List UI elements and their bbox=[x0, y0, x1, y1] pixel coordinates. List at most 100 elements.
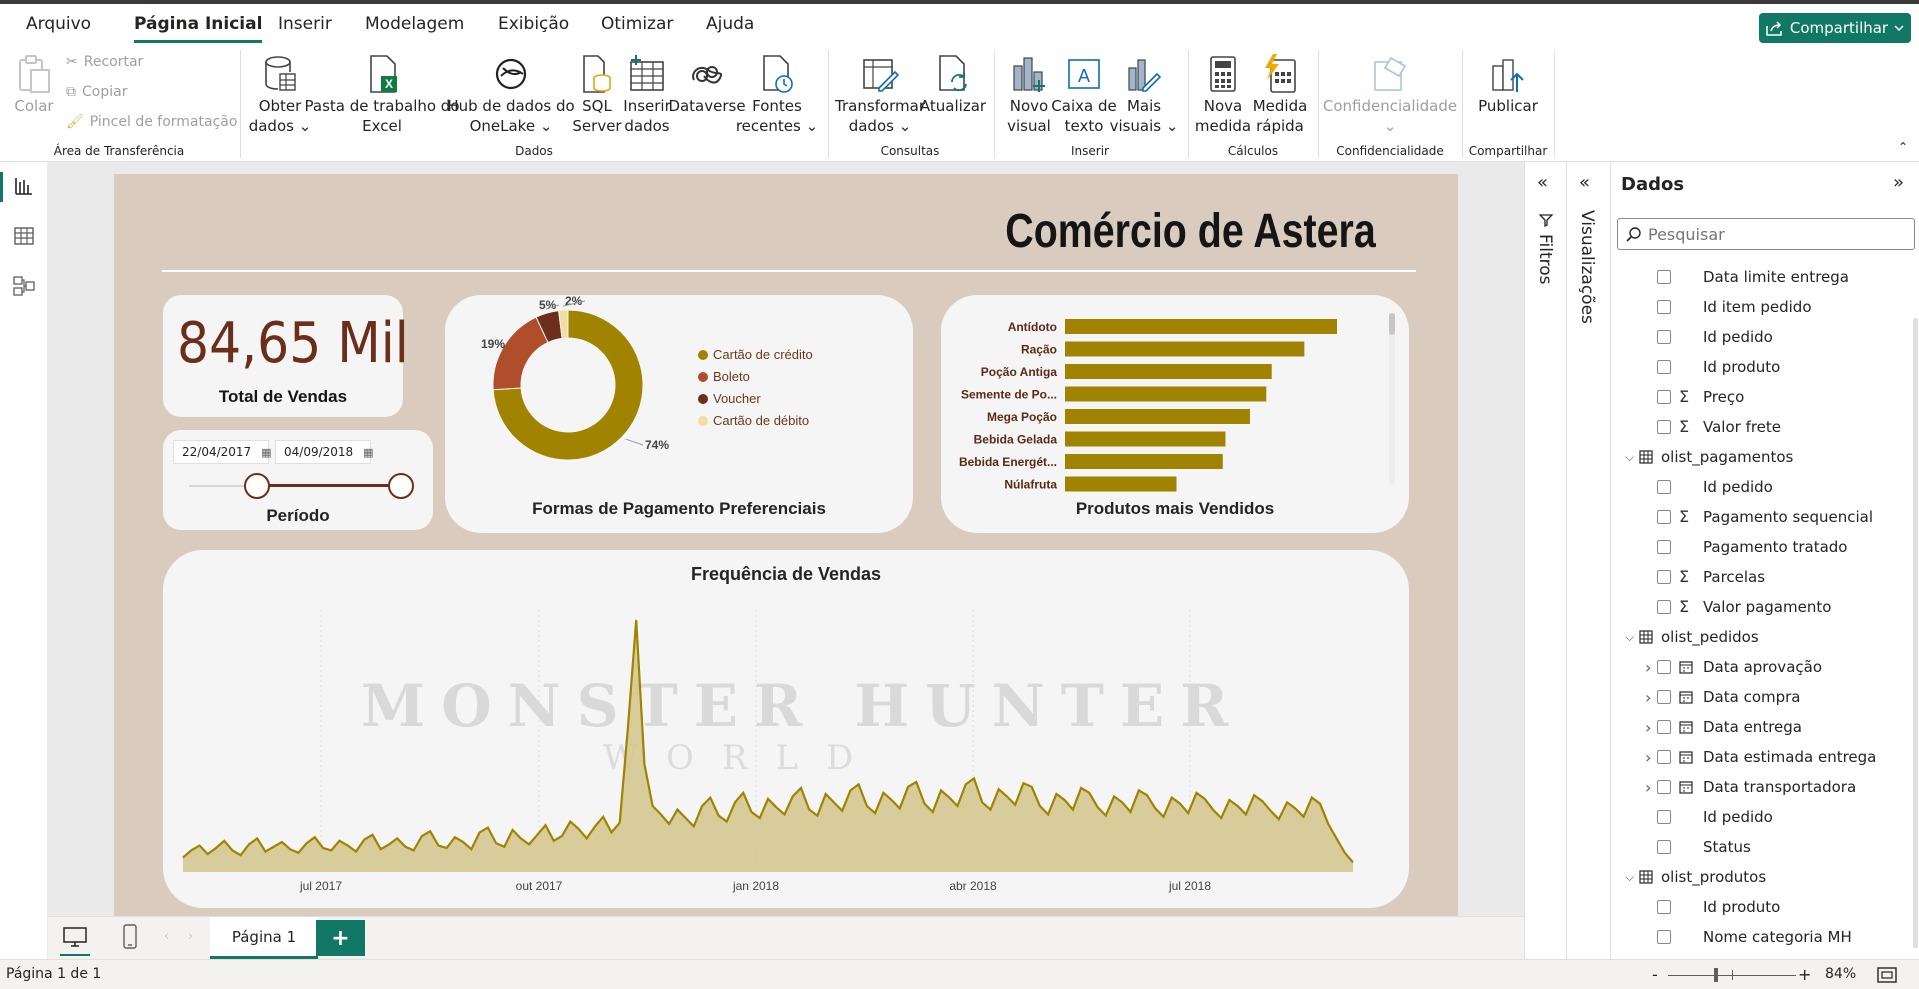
share-button[interactable]: Compartilhar bbox=[1759, 13, 1911, 43]
top-products-card[interactable]: Antídoto Ração Poção Antiga Semente de Po..… bbox=[941, 295, 1409, 533]
tab-pagina-inicial[interactable]: Página Inicial bbox=[134, 14, 263, 43]
field-checkbox[interactable] bbox=[1657, 750, 1671, 764]
tab-arquivo[interactable]: Arquivo bbox=[26, 14, 91, 34]
field-checkbox[interactable] bbox=[1657, 540, 1671, 554]
report-view-icon[interactable] bbox=[12, 174, 36, 198]
field-item[interactable]: › Data transportadora bbox=[1611, 772, 1911, 802]
chevron-right-icon[interactable]: › bbox=[1645, 748, 1651, 767]
bar-chart-scrollbar[interactable] bbox=[1389, 313, 1395, 485]
field-checkbox[interactable] bbox=[1657, 360, 1671, 374]
field-checkbox[interactable] bbox=[1657, 690, 1671, 704]
search-box[interactable] bbox=[1617, 218, 1915, 250]
get-data-button[interactable]: Obter dados ⌄ bbox=[249, 52, 311, 136]
fit-to-page-icon[interactable] bbox=[1877, 966, 1897, 988]
enter-data-button[interactable]: Inserir dados bbox=[623, 52, 671, 136]
add-page-button[interactable]: + bbox=[316, 920, 365, 956]
field-item[interactable]: Nome categoria MH bbox=[1611, 922, 1911, 952]
excel-workbook-button[interactable]: X Pasta de trabalho do Excel bbox=[305, 52, 460, 136]
field-checkbox[interactable] bbox=[1657, 330, 1671, 344]
filters-pane[interactable]: « Filtros bbox=[1524, 162, 1566, 959]
kpi-card[interactable]: 84,65 Mil Total de Vendas bbox=[163, 295, 409, 417]
zoom-out-button[interactable]: - bbox=[1652, 965, 1658, 984]
field-checkbox[interactable] bbox=[1657, 660, 1671, 674]
field-checkbox[interactable] bbox=[1657, 570, 1671, 584]
bar-chart-scroll-thumb[interactable] bbox=[1389, 313, 1395, 335]
table-node[interactable]: ⌵ olist_produtos bbox=[1611, 862, 1911, 892]
chevron-down-icon[interactable]: ⌵ bbox=[1625, 450, 1634, 465]
visualizations-pane[interactable]: « Visualizações bbox=[1566, 162, 1610, 959]
field-item[interactable]: Σ Valor pagamento bbox=[1611, 592, 1911, 622]
collapse-ribbon-icon[interactable]: ⌃ bbox=[1898, 140, 1908, 154]
field-checkbox[interactable] bbox=[1657, 480, 1671, 494]
refresh-button[interactable]: Atualizar bbox=[920, 52, 986, 116]
field-item[interactable]: Id pedido bbox=[1611, 802, 1911, 832]
field-checkbox[interactable] bbox=[1657, 270, 1671, 284]
paste-button[interactable]: Colar bbox=[14, 52, 54, 116]
prev-page-icon[interactable]: ‹ bbox=[164, 929, 169, 944]
zoom-in-button[interactable]: + bbox=[1798, 965, 1811, 984]
mobile-layout-icon[interactable] bbox=[122, 924, 138, 954]
date-slicer[interactable]: 22/04/2017 ▦ 04/09/2018 ▦ Período bbox=[163, 430, 433, 530]
field-checkbox[interactable] bbox=[1657, 300, 1671, 314]
field-item[interactable]: Pagamento tratado bbox=[1611, 532, 1911, 562]
field-checkbox[interactable] bbox=[1657, 390, 1671, 404]
search-input[interactable] bbox=[1648, 224, 1888, 244]
slider-start-handle[interactable] bbox=[244, 473, 270, 499]
new-visual-button[interactable]: Novo visual bbox=[1004, 52, 1054, 136]
tab-modelagem[interactable]: Modelagem bbox=[365, 14, 464, 34]
field-item[interactable]: Id produto bbox=[1611, 892, 1911, 922]
zoom-slider-thumb[interactable] bbox=[1714, 968, 1718, 982]
chevron-down-icon[interactable]: ⌵ bbox=[1625, 630, 1634, 645]
field-checkbox[interactable] bbox=[1657, 420, 1671, 434]
table-node[interactable]: ⌵ olist_pagamentos bbox=[1611, 442, 1911, 472]
field-checkbox[interactable] bbox=[1657, 780, 1671, 794]
field-checkbox[interactable] bbox=[1657, 930, 1671, 944]
desktop-layout-icon[interactable] bbox=[62, 925, 88, 953]
new-measure-button[interactable]: Nova medida bbox=[1195, 52, 1251, 136]
data-pane-scrollbar[interactable] bbox=[1913, 318, 1918, 948]
copy-button[interactable]: ⧉ Copiar bbox=[66, 84, 127, 100]
start-date-input[interactable]: 22/04/2017 ▦ bbox=[173, 440, 272, 464]
sales-frequency-card[interactable]: Frequência de Vendas MONSTER HUNTER WORL… bbox=[163, 550, 1409, 908]
tab-otimizar[interactable]: Otimizar bbox=[601, 14, 673, 34]
format-painter-button[interactable]: 🖌 Pincel de formatação bbox=[66, 114, 237, 130]
field-checkbox[interactable] bbox=[1657, 900, 1671, 914]
sensitivity-button[interactable]: Confidencialidade ⌄ bbox=[1323, 52, 1457, 136]
field-item[interactable]: Data limite entrega bbox=[1611, 262, 1911, 292]
field-item[interactable]: › Data entrega bbox=[1611, 712, 1911, 742]
next-page-icon[interactable]: › bbox=[188, 929, 193, 944]
table-node[interactable]: ⌵ olist_pedidos bbox=[1611, 622, 1911, 652]
expand-filters-icon[interactable]: « bbox=[1537, 172, 1548, 193]
transform-data-button[interactable]: Transformar dados ⌄ bbox=[835, 52, 925, 136]
chevron-right-icon[interactable]: › bbox=[1645, 658, 1651, 677]
model-view-icon[interactable] bbox=[12, 274, 36, 298]
chevron-right-icon[interactable]: › bbox=[1645, 778, 1651, 797]
field-checkbox[interactable] bbox=[1657, 510, 1671, 524]
text-box-button[interactable]: A Caixa de texto bbox=[1051, 52, 1117, 136]
slider-end-handle[interactable] bbox=[388, 473, 414, 499]
chevron-right-icon[interactable]: › bbox=[1645, 688, 1651, 707]
field-item[interactable]: Status bbox=[1611, 832, 1911, 862]
publish-button[interactable]: Publicar bbox=[1472, 52, 1544, 116]
field-item[interactable]: Id pedido bbox=[1611, 322, 1911, 352]
field-checkbox[interactable] bbox=[1657, 810, 1671, 824]
chevron-down-icon[interactable]: ⌵ bbox=[1625, 870, 1634, 885]
more-visuals-button[interactable]: Mais visuais ⌄ bbox=[1110, 52, 1178, 136]
cut-button[interactable]: ✂ Recortar bbox=[66, 54, 143, 70]
collapse-data-pane-icon[interactable]: » bbox=[1893, 172, 1904, 193]
table-view-icon[interactable] bbox=[12, 224, 36, 248]
field-checkbox[interactable] bbox=[1657, 720, 1671, 734]
dataverse-button[interactable]: Dataverse bbox=[668, 52, 746, 116]
onelake-hub-button[interactable]: Hub de dados do OneLake ⌄ bbox=[447, 52, 575, 136]
field-item[interactable]: › Data compra bbox=[1611, 682, 1911, 712]
expand-visualizations-icon[interactable]: « bbox=[1579, 172, 1590, 193]
field-item[interactable]: › Data estimada entrega bbox=[1611, 742, 1911, 772]
field-item[interactable]: Σ Preço bbox=[1611, 382, 1911, 412]
field-item[interactable]: Σ Parcelas bbox=[1611, 562, 1911, 592]
sql-server-button[interactable]: SQL Server bbox=[572, 52, 622, 136]
field-item[interactable]: Id produto bbox=[1611, 352, 1911, 382]
payment-donut-card[interactable]: 74% 19% 5% 2% Cartão de crédito Boleto Voucher… bbox=[445, 294, 913, 533]
tab-inserir[interactable]: Inserir bbox=[278, 14, 332, 34]
field-item[interactable]: Σ Valor frete bbox=[1611, 412, 1911, 442]
field-item[interactable]: Σ Pagamento sequencial bbox=[1611, 502, 1911, 532]
